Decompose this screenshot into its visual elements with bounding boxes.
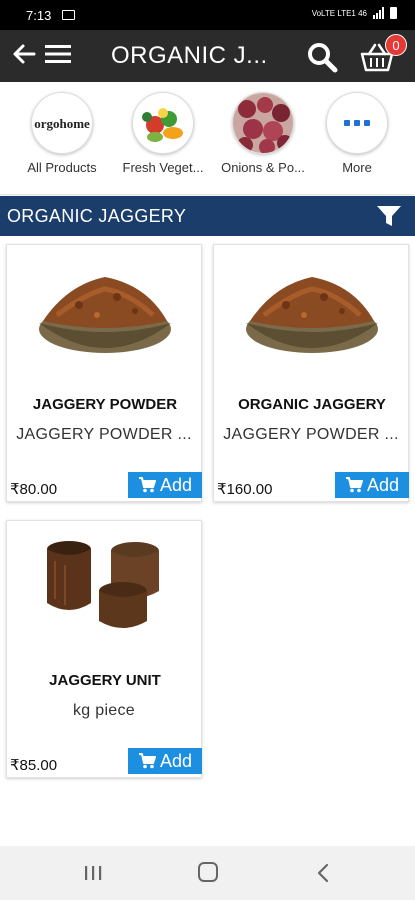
product-image [39,277,171,353]
system-nav-bar [0,846,415,900]
category-strip: orgohome All Products Fresh Veget... Oni… [0,82,415,194]
category-more[interactable]: More [305,92,409,175]
product-image [47,541,159,628]
product-card[interactable]: JAGGERY POWDER JAGGERY POWDER ... ₹80.00… [6,244,202,502]
add-to-cart-button[interactable]: Add [128,748,202,774]
section-header: ORGANIC JAGGERY [0,196,415,236]
category-label: More [342,160,372,175]
product-price: ₹80.00 [10,481,58,498]
home-icon[interactable] [198,862,218,882]
product-card[interactable]: ORGANIC JAGGERY JAGGERY POWDER ... ₹160.… [213,244,409,502]
product-image [246,277,378,353]
status-icons: VoLTE LTE1 46 [312,7,397,19]
category-all-products[interactable]: orgohome All Products [10,92,114,175]
category-label: Onions & Po... [221,160,305,175]
product-card[interactable]: JAGGERY UNIT kg piece ₹85.00 Add [6,520,202,778]
orgohome-logo: orgohome [31,92,93,154]
add-button-label: Add [159,474,193,495]
product-grid: JAGGERY POWDER JAGGERY POWDER ... ₹80.00… [0,236,415,846]
category-label: All Products [27,160,97,175]
product-description: JAGGERY POWDER ... [223,426,399,443]
category-label: Fresh Veget... [122,160,204,175]
onions-image [232,92,294,154]
category-onions-potatoes[interactable]: Onions & Po... [211,92,315,175]
nav-back-icon[interactable] [316,863,330,883]
search-icon[interactable] [306,41,338,73]
vegetables-image [132,92,194,154]
product-description: kg piece [73,702,135,719]
cart-icon [345,477,363,493]
status-bar: 7:13 VoLTE LTE1 46 [0,0,415,30]
filter-icon[interactable] [376,204,402,228]
more-icon [326,92,388,154]
network-label: VoLTE LTE1 46 [311,8,367,18]
add-to-cart-button[interactable]: Add [128,472,202,498]
hamburger-menu-icon[interactable] [44,42,72,66]
category-fresh-vegetables[interactable]: Fresh Veget... [111,92,215,175]
product-name: JAGGERY UNIT [49,672,161,689]
cart-count-badge: 0 [385,34,407,56]
product-name: ORGANIC JAGGERY [238,396,386,413]
product-price: ₹160.00 [217,481,273,498]
page-title: ORGANIC J... [111,42,268,69]
section-title: ORGANIC JAGGERY [7,206,187,226]
signal-icon [373,7,384,19]
app-bar: ORGANIC J... 0 [0,30,415,82]
recent-apps-icon[interactable] [84,865,102,881]
product-price: ₹85.00 [10,757,58,774]
logo-text: orgohome [34,115,90,131]
status-time: 7:13 [26,8,52,23]
cart-icon [138,753,156,769]
add-button-label: Add [366,474,400,495]
product-name: JAGGERY POWDER [32,396,178,413]
gallery-notification-icon [62,10,75,20]
product-description: JAGGERY POWDER ... [16,426,192,443]
add-to-cart-button[interactable]: Add [335,472,409,498]
battery-icon [390,7,397,19]
cart-icon [138,477,156,493]
add-button-label: Add [159,750,193,771]
back-arrow-icon[interactable] [10,40,38,68]
